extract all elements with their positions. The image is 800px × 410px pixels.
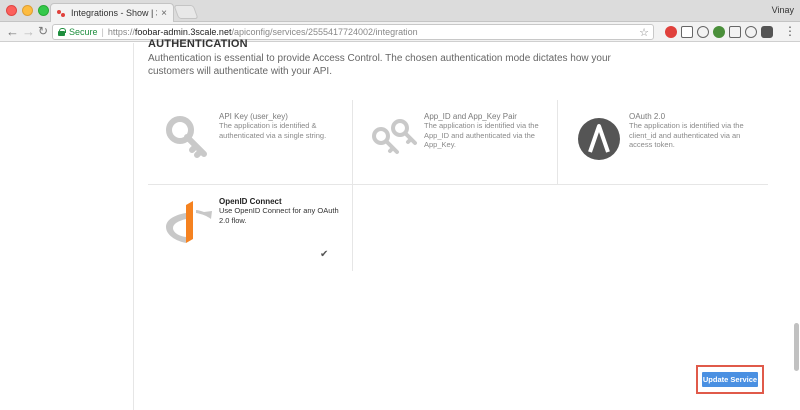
extension-icon-2[interactable] bbox=[681, 26, 693, 38]
scrollbar-thumb[interactable] bbox=[794, 323, 799, 371]
content-column: AUTHENTICATION Authentication is essenti… bbox=[133, 38, 800, 410]
auth-option-description: Use OpenID Connect for any OAuth 2.0 flo… bbox=[219, 206, 339, 225]
auth-option-oauth2[interactable]: OAuth 2.0 The application is identified … bbox=[558, 100, 768, 185]
auth-option-title: App_ID and App_Key Pair bbox=[424, 112, 517, 121]
extension-icon-3[interactable] bbox=[697, 26, 709, 38]
update-service-button[interactable]: Update Service bbox=[702, 372, 758, 387]
back-arrow-icon[interactable]: ← bbox=[6, 24, 19, 39]
auth-option-description: The application is identified & authenti… bbox=[219, 121, 327, 140]
oauth-icon bbox=[578, 118, 620, 160]
browser-tabstrip: Integrations - Show | 3scale API × Vinay bbox=[0, 0, 800, 22]
extension-icon-1[interactable] bbox=[665, 26, 677, 38]
lock-icon bbox=[58, 28, 66, 36]
section-description: Authentication is essential to provide A… bbox=[148, 53, 611, 77]
auth-option-description: The application is identified via the Ap… bbox=[424, 121, 539, 150]
url-scheme: https:// bbox=[107, 27, 135, 37]
auth-option-app-id-key[interactable]: App_ID and App_Key Pair The application … bbox=[353, 100, 558, 185]
key-pair-icon bbox=[372, 119, 417, 154]
profile-name[interactable]: Vinay bbox=[772, 5, 794, 15]
update-button-highlight: Update Service bbox=[696, 365, 764, 394]
page-viewport: AUTHENTICATION Authentication is essenti… bbox=[0, 38, 800, 410]
auth-option-text: OpenID Connect Use OpenID Connect for an… bbox=[219, 197, 344, 225]
auth-option-text: API Key (user_key) The application is id… bbox=[219, 112, 344, 140]
auth-option-title: OpenID Connect bbox=[219, 197, 282, 206]
url-path: /apiconfig/services/2555417724002/integr… bbox=[231, 27, 418, 37]
extension-icon-5[interactable] bbox=[729, 26, 741, 38]
address-bar[interactable]: Secure | https:// foobar-admin.3scale.ne… bbox=[52, 24, 654, 40]
browser-toolbar: ← → ↻ Secure | https:// foobar-admin.3sc… bbox=[0, 22, 800, 42]
3scale-favicon-icon bbox=[57, 9, 66, 18]
secure-label: Secure bbox=[69, 27, 98, 37]
selected-check-icon: ✔ bbox=[320, 249, 329, 260]
url-host: foobar-admin.3scale.net bbox=[134, 27, 232, 37]
auth-option-api-key[interactable]: API Key (user_key) The application is id… bbox=[148, 100, 353, 185]
tab-title: Integrations - Show | 3scale API bbox=[71, 8, 157, 18]
extension-icon-6[interactable] bbox=[745, 26, 757, 38]
new-tab-button[interactable] bbox=[173, 5, 199, 19]
tab-close-icon[interactable]: × bbox=[161, 8, 167, 19]
extension-icon-7[interactable] bbox=[761, 26, 773, 38]
url-separator: | bbox=[101, 27, 104, 37]
window-close-icon[interactable] bbox=[6, 5, 17, 16]
reload-icon[interactable]: ↻ bbox=[38, 24, 48, 39]
window-minimize-icon[interactable] bbox=[22, 5, 33, 16]
page-scrollbar[interactable] bbox=[793, 43, 800, 410]
auth-option-description: The application is identified via the cl… bbox=[629, 121, 744, 150]
openid-icon bbox=[166, 201, 212, 243]
window-maximize-icon[interactable] bbox=[38, 5, 49, 16]
section-title: AUTHENTICATION bbox=[148, 38, 248, 50]
auth-option-text: OAuth 2.0 The application is identified … bbox=[629, 112, 754, 150]
auth-option-text: App_ID and App_Key Pair The application … bbox=[424, 112, 549, 150]
forward-arrow-icon[interactable]: → bbox=[22, 24, 35, 39]
key-icon bbox=[166, 116, 207, 158]
auth-option-title: OAuth 2.0 bbox=[629, 112, 666, 121]
menu-dots-icon[interactable]: ⋮ bbox=[784, 24, 796, 39]
auth-option-openid-connect[interactable]: OpenID Connect Use OpenID Connect for an… bbox=[148, 185, 353, 271]
extension-icon-4[interactable] bbox=[713, 26, 725, 38]
auth-option-title: API Key (user_key) bbox=[219, 112, 288, 121]
browser-tab-integrations[interactable]: Integrations - Show | 3scale API × bbox=[50, 3, 174, 22]
star-icon[interactable]: ☆ bbox=[639, 26, 649, 39]
